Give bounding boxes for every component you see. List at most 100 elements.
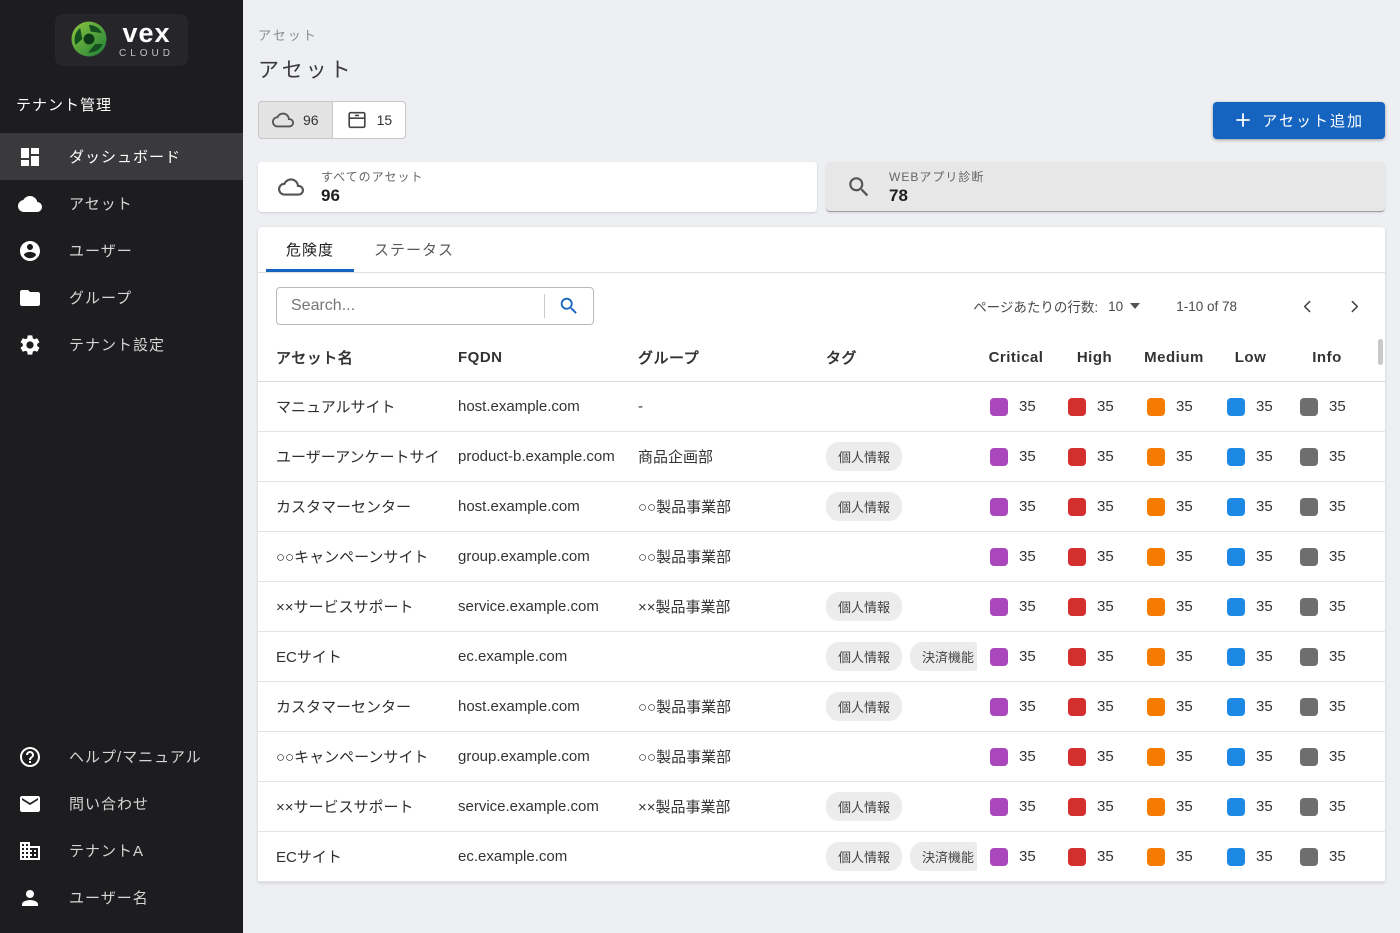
search-button[interactable] [545,295,593,317]
column-header-Low: Low [1214,349,1287,366]
next-page-button[interactable] [1342,294,1367,319]
severity-count: 35 [1097,548,1114,565]
search-box [276,287,594,325]
previous-page-button[interactable] [1295,294,1320,319]
table-row[interactable]: ○○キャンペーンサイトgroup.example.com○○製品事業部35353… [258,532,1385,582]
severity-cell-medium: 35 [1134,698,1214,716]
chevron-left-icon [1299,298,1316,315]
severity-count: 35 [1256,798,1273,815]
search-icon [558,295,580,317]
table-row[interactable]: マニュアルサイトhost.example.com-3535353535 [258,382,1385,432]
severity-cell-medium: 35 [1134,398,1214,416]
summary-card-すべてのアセット[interactable]: すべてのアセット96 [258,162,817,212]
cloud-outline-icon [272,109,294,131]
sidebar-item-ユーザー[interactable]: ユーザー [0,227,243,274]
table-row[interactable]: カスタマーセンターhost.example.com○○製品事業部個人情報3535… [258,482,1385,532]
severity-cell-low: 35 [1214,598,1287,616]
severity-count: 35 [1176,448,1193,465]
severity-count: 35 [1097,848,1114,865]
sidebar-footer-item-テナントA[interactable]: テナントA [0,827,243,874]
tags-cell: 個人情報 [810,492,977,521]
severity-cell-low: 35 [1214,748,1287,766]
tag-pill: 個人情報 [826,842,902,871]
severity-count: 35 [1176,648,1193,665]
severity-cell-low: 35 [1214,848,1287,866]
severity-count: 35 [1176,398,1193,415]
tag-pill: 個人情報 [826,492,902,521]
group-cell: 商品企画部 [622,446,810,467]
group-cell: ○○製品事業部 [622,496,810,517]
asset-type-toggle-option-0[interactable]: 96 [259,102,332,138]
sidebar: vex CLOUD テナント管理 ダッシュボードアセットユーザーグループテナント… [0,0,243,933]
table-row[interactable]: ××サービスサポートservice.example.com××製品事業部個人情報… [258,782,1385,832]
sidebar-item-アセット[interactable]: アセット [0,180,243,227]
sidebar-footer-item-問い合わせ[interactable]: 問い合わせ [0,780,243,827]
tags-cell: 個人情報 [810,692,977,721]
asset-type-count: 15 [377,112,393,128]
sidebar-footer-item-ユーザー名[interactable]: ユーザー名 [0,874,243,921]
asset-type-toggle-option-1[interactable]: 15 [332,102,406,138]
severity-cell-info: 35 [1287,548,1367,566]
severity-swatch-info [1300,498,1318,516]
tab-status[interactable]: ステータス [354,227,474,272]
table-row[interactable]: ○○キャンペーンサイトgroup.example.com○○製品事業部35353… [258,732,1385,782]
asset-type-toggle: 96 15 [258,101,406,139]
severity-cell-info: 35 [1287,698,1367,716]
sidebar-item-テナント設定[interactable]: テナント設定 [0,321,243,368]
tag-pill: 決済機能 [910,642,977,671]
severity-count: 35 [1256,698,1273,715]
fqdn-cell: ec.example.com [442,848,622,865]
table-row[interactable]: ECサイトec.example.com個人情報決済機能3535353535 [258,832,1385,882]
severity-cell-medium: 35 [1134,448,1214,466]
search-input[interactable] [277,297,544,315]
sidebar-footer-item-ヘルプ/マニュアル[interactable]: ヘルプ/マニュアル [0,733,243,780]
severity-count: 35 [1097,498,1114,515]
fqdn-cell: group.example.com [442,548,622,565]
severity-cell-info: 35 [1287,848,1367,866]
tag-pill: 個人情報 [826,692,902,721]
severity-cell-medium: 35 [1134,748,1214,766]
add-asset-button[interactable]: アセット追加 [1213,102,1385,139]
summary-card-value: 78 [889,186,984,206]
group-cell: ○○製品事業部 [622,746,810,767]
severity-swatch-info [1300,398,1318,416]
severity-swatch-high [1068,598,1086,616]
sidebar-item-ダッシュボード[interactable]: ダッシュボード [0,133,243,180]
fqdn-cell: host.example.com [442,498,622,515]
fqdn-cell: product-b.example.com [442,448,622,465]
severity-cell-info: 35 [1287,748,1367,766]
asset-name-cell: カスタマーセンター [276,696,442,717]
table-row[interactable]: ××サービスサポートservice.example.com××製品事業部個人情報… [258,582,1385,632]
severity-count: 35 [1097,398,1114,415]
table-toolbar: ページあたりの行数: 10 1-10 of 78 [258,273,1385,334]
severity-cell-info: 35 [1287,648,1367,666]
summary-card-WEBアプリ診断[interactable]: WEBアプリ診断78 [826,162,1385,212]
table-row[interactable]: ECサイトec.example.com個人情報決済機能3535353535 [258,632,1385,682]
sidebar-item-label: 問い合わせ [69,793,149,814]
severity-cell-low: 35 [1214,798,1287,816]
severity-cell-critical: 35 [977,648,1055,666]
tag-pill: 個人情報 [826,442,902,471]
severity-swatch-medium [1147,648,1165,666]
severity-swatch-info [1300,548,1318,566]
severity-cell-critical: 35 [977,698,1055,716]
sidebar-item-label: ユーザー名 [69,887,149,908]
breadcrumb: アセット [258,25,1385,44]
sidebar-item-label: ダッシュボード [69,146,181,167]
severity-cell-high: 35 [1055,448,1134,466]
table-row[interactable]: カスタマーセンターhost.example.com○○製品事業部個人情報3535… [258,682,1385,732]
severity-swatch-low [1227,398,1245,416]
tab-risk-level[interactable]: 危険度 [266,227,354,272]
summary-cards: すべてのアセット96WEBアプリ診断78 [258,162,1385,212]
severity-cell-critical: 35 [977,598,1055,616]
rows-per-page-select[interactable]: 10 [1108,299,1140,314]
asset-name-cell: ○○キャンペーンサイト [276,746,442,767]
scrollbar-thumb[interactable] [1378,339,1383,365]
severity-cell-high: 35 [1055,648,1134,666]
severity-count: 35 [1256,548,1273,565]
table-row[interactable]: ユーザーアンケートサイトproduct-b.example.com商品企画部個人… [258,432,1385,482]
severity-swatch-medium [1147,398,1165,416]
table-header: アセット名FQDNグループタグCriticalHighMediumLowInfo [258,334,1385,382]
logo: vex CLOUD [0,0,243,86]
sidebar-item-グループ[interactable]: グループ [0,274,243,321]
